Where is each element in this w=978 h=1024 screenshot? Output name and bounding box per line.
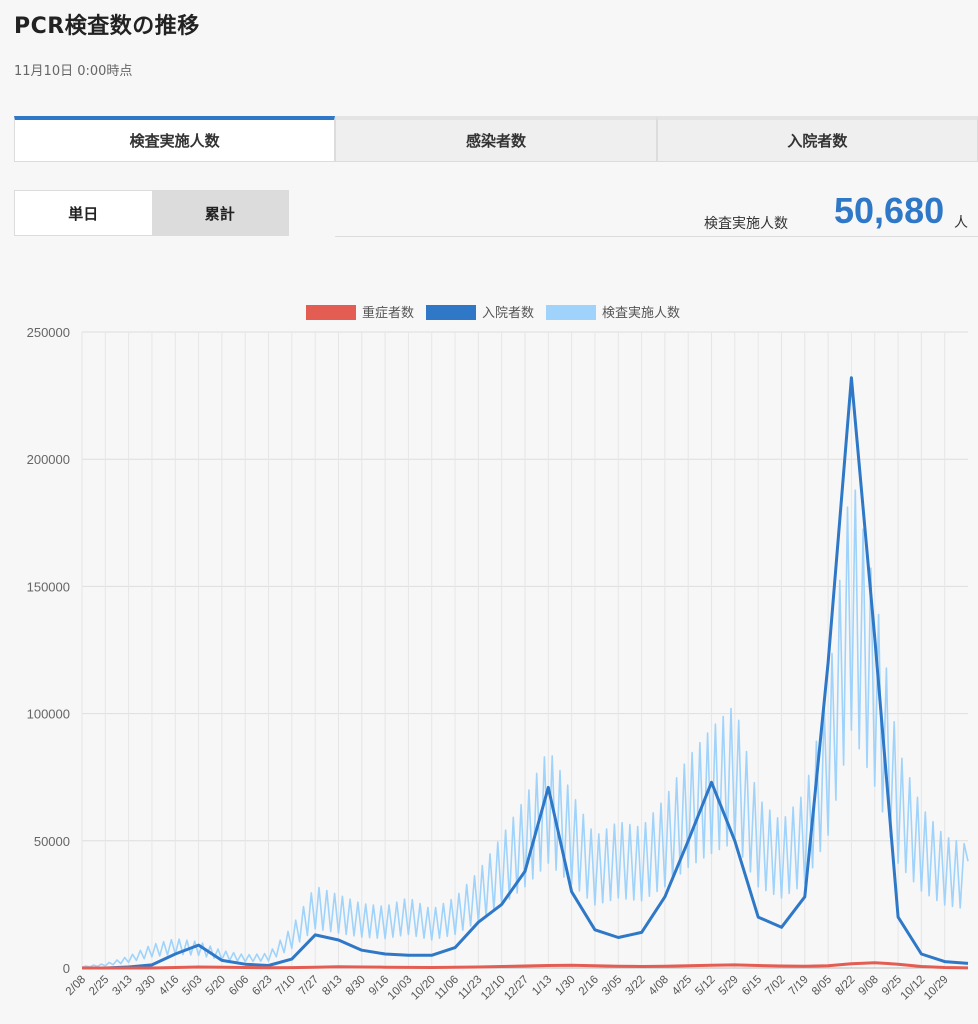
tab-tests[interactable]: 検査実施人数: [14, 116, 336, 162]
legend-swatch: [426, 305, 476, 320]
x-tick-label: 3/30: [134, 974, 158, 998]
stat-divider: [335, 236, 978, 237]
x-tick-label: 4/25: [670, 974, 694, 998]
x-tick-label: 3/05: [600, 974, 624, 998]
x-tick-label: 8/30: [344, 974, 368, 998]
legend-label: 入院者数: [482, 306, 534, 321]
x-tick-label: 8/13: [320, 974, 344, 998]
y-tick-label: 100000: [27, 707, 70, 722]
x-tick-label: 4/16: [157, 974, 181, 998]
x-tick-label: 10/29: [922, 974, 951, 1003]
daily-button[interactable]: 単日: [15, 191, 152, 235]
x-tick-label: 7/02: [763, 974, 787, 998]
x-tick-label: 10/20: [409, 974, 438, 1003]
x-tick-label: 6/06: [227, 974, 251, 998]
y-tick-label: 250000: [27, 325, 70, 340]
x-tick-label: 8/05: [810, 974, 834, 998]
x-tick-label: 7/19: [787, 974, 811, 998]
tab-infections[interactable]: 感染者数: [335, 116, 657, 162]
x-tick-label: 6/15: [740, 974, 764, 998]
x-tick-label: 6/23: [250, 974, 274, 998]
x-tick-label: 5/20: [204, 974, 228, 998]
tab-hospitalized[interactable]: 入院者数: [656, 116, 978, 162]
x-tick-label: 5/03: [180, 974, 204, 998]
x-tick-label: 5/12: [693, 974, 717, 998]
stat-label: 検査実施人数: [704, 216, 788, 232]
stat-value: 50,680: [834, 190, 945, 231]
metric-tabs: 検査実施人数 感染者数 入院者数: [14, 116, 978, 162]
x-tick-label: 10/03: [386, 974, 415, 1003]
legend-swatch: [306, 305, 356, 320]
page-title: PCR検査数の推移: [14, 14, 200, 39]
x-tick-label: 2/16: [577, 974, 601, 998]
x-tick-label: 9/08: [857, 974, 881, 998]
pcr-chart: 2500002000001500001000005000002/082/253/…: [27, 305, 969, 1003]
x-tick-label: 2/25: [87, 974, 111, 998]
x-tick-label: 5/29: [717, 974, 741, 998]
x-tick-label: 12/10: [479, 974, 508, 1003]
y-tick-label: 50000: [34, 834, 70, 849]
x-tick-label: 3/13: [110, 974, 134, 998]
y-tick-label: 0: [63, 961, 70, 976]
legend-swatch: [546, 305, 596, 320]
x-tick-label: 1/30: [553, 974, 577, 998]
x-tick-label: 8/22: [833, 974, 857, 998]
x-tick-label: 11/06: [433, 974, 461, 1002]
daily-cumulative-toggle: 単日 累計: [14, 190, 289, 236]
stat-unit: 人: [954, 215, 968, 231]
update-timestamp: 11月10日 0:00時点: [14, 64, 133, 79]
x-tick-label: 12/27: [502, 974, 531, 1003]
x-tick-label: 7/27: [297, 974, 321, 998]
y-tick-label: 200000: [27, 452, 70, 467]
x-tick-label: 2/08: [64, 974, 88, 998]
x-tick-label: 4/08: [647, 974, 671, 998]
cumulative-button[interactable]: 累計: [151, 191, 288, 235]
x-tick-label: 3/22: [623, 974, 647, 998]
x-tick-label: 1/13: [530, 974, 554, 998]
legend-label: 検査実施人数: [602, 305, 680, 321]
x-tick-label: 11/23: [456, 974, 484, 1002]
y-tick-label: 150000: [27, 579, 70, 594]
x-tick-label: 7/10: [274, 974, 298, 998]
legend-label: 重症者数: [362, 305, 414, 321]
x-tick-label: 10/12: [899, 974, 928, 1003]
